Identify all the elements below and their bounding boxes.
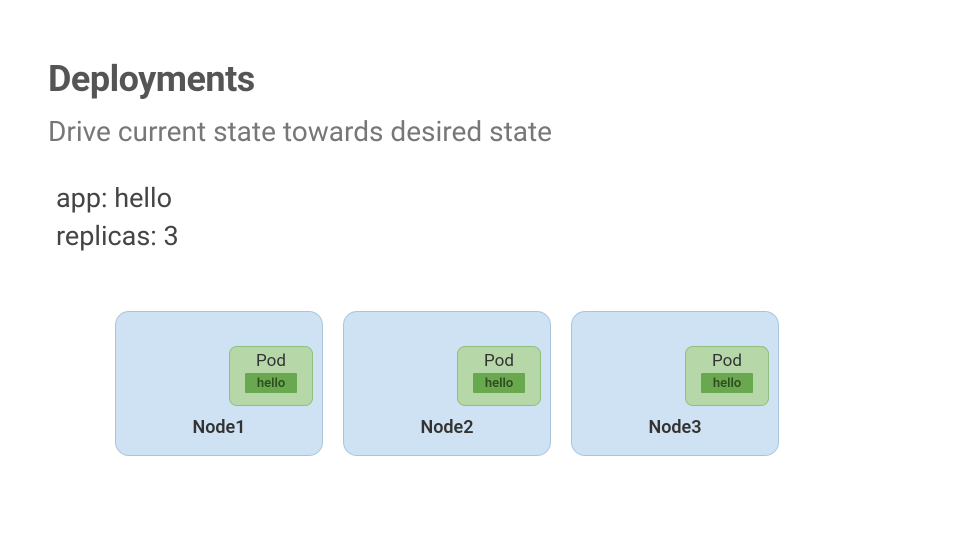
container-chip: hello [245,373,297,393]
deployment-spec: app: hello replicas: 3 [56,180,179,256]
pod-box: Pod hello [229,346,313,406]
page-title: Deployments [48,58,255,100]
container-chip: hello [473,373,525,393]
page-subtitle: Drive current state towards desired stat… [48,115,552,148]
container-chip: hello [701,373,753,393]
nodes-row: Pod hello Node1 Pod hello Node2 Pod hell… [115,311,779,456]
node-label: Node1 [116,417,322,438]
pod-box: Pod hello [685,346,769,406]
node-2: Pod hello Node2 [343,311,551,456]
pod-label: Pod [256,351,286,371]
spec-app-line: app: hello [56,180,179,218]
node-label: Node3 [572,417,778,438]
node-3: Pod hello Node3 [571,311,779,456]
node-1: Pod hello Node1 [115,311,323,456]
node-label: Node2 [344,417,550,438]
pod-label: Pod [712,351,742,371]
spec-replicas-line: replicas: 3 [56,218,179,256]
pod-box: Pod hello [457,346,541,406]
pod-label: Pod [484,351,514,371]
